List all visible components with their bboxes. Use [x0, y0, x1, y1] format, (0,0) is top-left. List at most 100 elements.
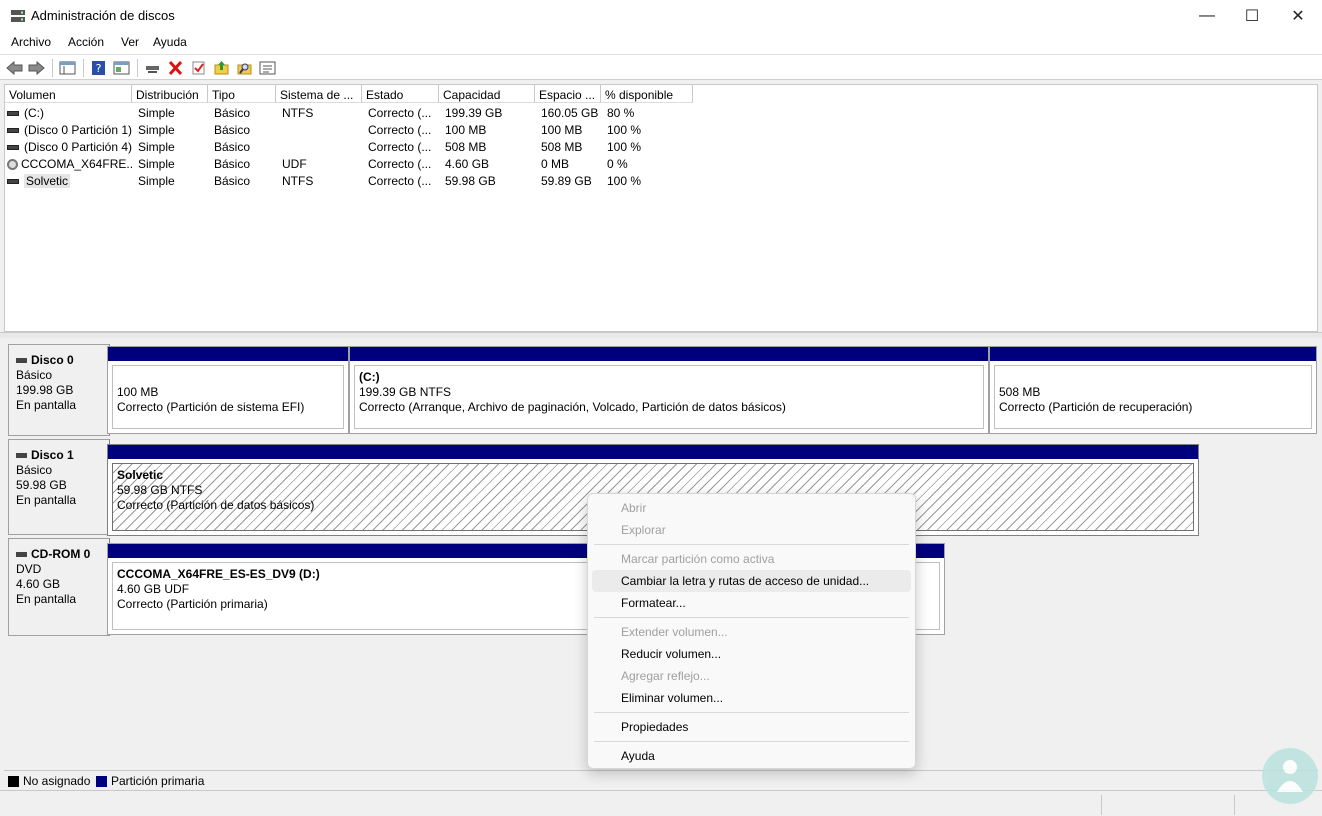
column-header-capacidad[interactable]: Capacidad — [439, 85, 535, 103]
toolbar-separator — [83, 59, 84, 77]
partition-status: Correcto (Partición de datos básicos) — [117, 498, 315, 512]
cell-tipo: Básico — [214, 123, 251, 137]
partition-recovery[interactable]: 508 MB Correcto (Partición de recuperaci… — [989, 346, 1317, 434]
volume-icon — [7, 111, 19, 117]
disk-1-label[interactable]: Disco 1 Básico 59.98 GB En pantalla — [8, 439, 110, 535]
cell-sistema: NTFS — [282, 106, 314, 120]
partition-body: 508 MB Correcto (Partición de recuperaci… — [994, 365, 1312, 429]
menu-archivo[interactable]: Archivo — [11, 35, 51, 49]
close-icon: ✕ — [1291, 8, 1305, 25]
cell-estado: Correcto (... — [368, 123, 432, 137]
cell-sistema: NTFS — [282, 174, 314, 188]
minimize-button[interactable]: — — [1184, 0, 1230, 32]
column-header-tipo[interactable]: Tipo — [208, 85, 276, 103]
menu-item-marcar-activa[interactable]: Marcar partición como activa — [592, 548, 911, 570]
cell-tipo: Básico — [214, 174, 251, 188]
disk-0-label[interactable]: Disco 0 Básico 199.98 GB En pantalla — [8, 344, 110, 436]
menu-separator — [594, 741, 909, 742]
menu-accion[interactable]: Acción — [68, 35, 104, 49]
table-row[interactable]: CCCOMA_X64FRE... — [7, 155, 132, 172]
menu-item-agregar-reflejo[interactable]: Agregar reflejo... — [592, 665, 911, 687]
partition-status: Correcto (Partición primaria) — [117, 597, 268, 611]
cell-espacio: 0 MB — [541, 157, 570, 171]
disk-size: 4.60 GB — [16, 577, 61, 591]
volume-icon — [7, 179, 19, 185]
column-header-estado[interactable]: Estado — [362, 85, 439, 103]
cell-sistema: UDF — [282, 157, 307, 171]
disk-status: En pantalla — [16, 398, 77, 412]
column-header-disponible[interactable]: % disponible — [601, 85, 693, 103]
menu-item-reducir[interactable]: Reducir volumen... — [592, 643, 911, 665]
menu-ver[interactable]: Ver — [121, 35, 139, 49]
watermark-logo — [1262, 748, 1318, 804]
menu-item-ayuda[interactable]: Ayuda — [592, 745, 911, 767]
partition-body: 100 MB Correcto (Partición de sistema EF… — [112, 365, 344, 429]
partition-size: 100 MB — [117, 385, 159, 399]
menu-ayuda[interactable]: Ayuda — [153, 35, 187, 49]
delete-icon[interactable] — [167, 60, 184, 76]
console-tree-icon[interactable] — [59, 60, 76, 76]
minimize-icon: — — [1199, 7, 1215, 24]
table-row[interactable]: (C:) — [7, 104, 132, 121]
cell-tipo: Básico — [214, 157, 251, 171]
partition-bar — [990, 347, 1316, 361]
disk-name: Disco 1 — [31, 448, 74, 462]
menu-item-extender[interactable]: Extender volumen... — [592, 621, 911, 643]
properties-icon[interactable] — [113, 60, 130, 76]
menu-item-propiedades[interactable]: Propiedades — [592, 716, 911, 738]
column-header-distribucion[interactable]: Distribución — [132, 85, 208, 103]
legend: No asignado Partición primaria — [4, 770, 1318, 790]
back-arrow-icon[interactable] — [6, 60, 23, 76]
cdrom-0-label[interactable]: CD-ROM 0 DVD 4.60 GB En pantalla — [8, 538, 110, 636]
cell-estado: Correcto (... — [368, 174, 432, 188]
cell-capacidad: 59.98 GB — [445, 174, 496, 188]
volume-icon — [7, 145, 19, 151]
maximize-icon: ☐ — [1244, 8, 1260, 25]
menu-item-abrir[interactable]: Abrir — [592, 497, 911, 519]
table-row[interactable]: Solvetic — [7, 172, 132, 189]
search-folder-icon[interactable] — [236, 60, 253, 76]
help-icon[interactable]: ? — [90, 60, 107, 76]
settings-icon[interactable] — [259, 60, 276, 76]
connect-icon[interactable] — [144, 60, 161, 76]
forward-arrow-icon[interactable] — [28, 60, 45, 76]
partition-body: (C:) 199.39 GB NTFS Correcto (Arranque, … — [354, 365, 984, 429]
context-menu: Abrir Explorar Marcar partición como act… — [587, 493, 916, 769]
partition-size: 4.60 GB UDF — [117, 582, 190, 596]
partition-c[interactable]: (C:) 199.39 GB NTFS Correcto (Arranque, … — [349, 346, 989, 434]
volume-name: CCCOMA_X64FRE... — [21, 157, 132, 171]
menu-separator — [594, 712, 909, 713]
disk-icon — [16, 358, 27, 364]
column-header-sistema[interactable]: Sistema de ... — [276, 85, 362, 103]
disk-icon — [16, 453, 27, 459]
menu-item-explorar[interactable]: Explorar — [592, 519, 911, 541]
partition-size: 508 MB — [999, 385, 1041, 399]
menu-item-cambiar-letra[interactable]: Cambiar la letra y rutas de acceso de un… — [592, 570, 911, 592]
window-title: Administración de discos — [31, 8, 175, 23]
maximize-button[interactable]: ☐ — [1229, 0, 1275, 32]
disk-name: Disco 0 — [31, 353, 74, 367]
table-row[interactable]: (Disco 0 Partición 1) — [7, 121, 132, 138]
cell-estado: Correcto (... — [368, 106, 432, 120]
menu-item-formatear[interactable]: Formatear... — [592, 592, 911, 614]
partition-title: Solvetic — [117, 468, 164, 482]
check-icon[interactable] — [190, 60, 207, 76]
svg-text:?: ? — [96, 62, 102, 75]
partition-efi[interactable]: 100 MB Correcto (Partición de sistema EF… — [107, 346, 349, 434]
column-header-volumen[interactable]: Volumen — [5, 85, 132, 103]
volume-name: (C:) — [24, 106, 44, 120]
partition-bar — [108, 445, 1198, 459]
cell-disponible: 100 % — [607, 123, 642, 137]
person-icon — [1277, 760, 1303, 792]
cell-disponible: 100 % — [607, 174, 642, 188]
cell-distribucion: Simple — [138, 174, 175, 188]
close-button[interactable]: ✕ — [1275, 0, 1321, 32]
table-row[interactable]: (Disco 0 Partición 4) — [7, 138, 132, 155]
volume-list[interactable]: Volumen Distribución Tipo Sistema de ...… — [4, 84, 1318, 332]
cell-capacidad: 199.39 GB — [445, 106, 503, 120]
column-header-espacio[interactable]: Espacio ... — [535, 85, 601, 103]
cell-disponible: 80 % — [607, 106, 635, 120]
menu-bar: Archivo Acción Ver Ayuda — [0, 32, 1322, 54]
folder-up-icon[interactable] — [213, 60, 230, 76]
menu-item-eliminar[interactable]: Eliminar volumen... — [592, 687, 911, 709]
